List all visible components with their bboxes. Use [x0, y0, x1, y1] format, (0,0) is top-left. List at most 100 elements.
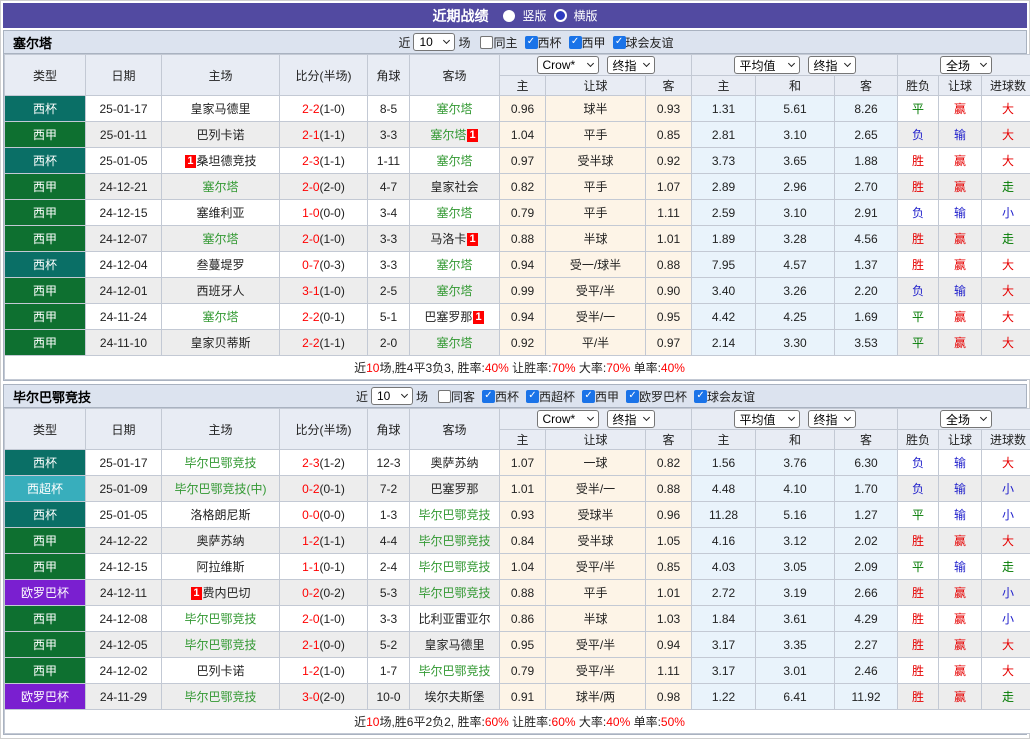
away-team-name: 塞尔塔	[436, 206, 472, 220]
league-checkbox-西甲[interactable]	[582, 390, 595, 403]
match-date: 24-12-07	[86, 226, 162, 252]
odds-source-select[interactable]: Crow*	[537, 410, 599, 428]
match-date: 24-11-10	[86, 330, 162, 356]
home-team-cell: 塞尔塔	[162, 226, 280, 252]
scope-select[interactable]: 全场	[940, 56, 992, 74]
league-checkbox-西杯[interactable]	[482, 390, 495, 403]
halftime-score: (1-1)	[320, 154, 345, 168]
away-team-name: 塞尔塔	[436, 284, 472, 298]
result-goals: 小	[982, 580, 1030, 606]
odds-away: 1.05	[646, 528, 692, 554]
avg-away: 8.26	[835, 96, 898, 122]
result-handicap: 赢	[939, 684, 982, 710]
sub-column-header: 客	[646, 76, 692, 96]
summary-segment: 70%	[552, 361, 576, 375]
odds-source-select[interactable]: Crow*	[537, 56, 599, 74]
column-header: 类型	[5, 409, 86, 450]
away-team-cell: 马洛卡1	[410, 226, 500, 252]
odds-away: 1.01	[646, 226, 692, 252]
league-checkbox-西超杯[interactable]	[526, 390, 539, 403]
away-team-name: 巴塞罗那	[430, 482, 478, 496]
chevron-down-icon	[787, 414, 794, 421]
result-goals: 大	[982, 304, 1030, 330]
same-venue-checkbox[interactable]	[438, 390, 451, 403]
home-team-cell: 毕尔巴鄂竞技	[162, 632, 280, 658]
avg-source-select[interactable]: 平均值	[734, 56, 800, 74]
corners: 2-5	[368, 278, 410, 304]
recent-count-select[interactable]: 10	[413, 33, 455, 51]
odds-source-select-value: Crow*	[543, 412, 576, 426]
result-handicap: 赢	[939, 148, 982, 174]
avg-home: 3.17	[692, 632, 756, 658]
results-table: 类型日期主场比分(半场)角球客场Crow*终指平均值终指全场主让球客主和客胜负让…	[4, 408, 1030, 734]
match-date: 25-01-17	[86, 96, 162, 122]
away-team-name: 毕尔巴鄂竞技	[418, 508, 490, 522]
avg-source-select[interactable]: 平均值	[734, 410, 800, 428]
league-checkbox-西杯[interactable]	[525, 36, 538, 49]
sub-column-header: 让球	[546, 430, 646, 450]
match-date: 24-12-15	[86, 200, 162, 226]
scope-select[interactable]: 全场	[940, 410, 992, 428]
fulltime-score: 2-2	[302, 310, 319, 324]
league-badge: 西甲	[5, 200, 86, 226]
recent-count-select[interactable]: 10	[371, 387, 413, 405]
result-handicap: 赢	[939, 632, 982, 658]
score-cell: 2-2(1-1)	[280, 330, 368, 356]
results-table: 类型日期主场比分(半场)角球客场Crow*终指平均值终指全场主让球客主和客胜负让…	[4, 54, 1030, 380]
corners: 2-0	[368, 330, 410, 356]
away-team-name: 塞尔塔	[430, 128, 466, 142]
match-row: 西甲24-12-01西班牙人3-1(1-0)2-5塞尔塔0.99受平/半0.90…	[5, 278, 1030, 304]
avg-away: 2.65	[835, 122, 898, 148]
league-checkbox-球会友谊[interactable]	[694, 390, 707, 403]
avg-source-select-value: 平均值	[740, 411, 776, 428]
same-venue-label: 同客	[451, 388, 475, 405]
odds-time-select[interactable]: 终指	[607, 410, 655, 428]
odds-time-select[interactable]: 终指	[607, 56, 655, 74]
summary-segment: 让胜率:	[509, 361, 552, 375]
score-cell: 1-2(1-0)	[280, 658, 368, 684]
handicap: 受半/一	[546, 476, 646, 502]
league-badge: 西杯	[5, 502, 86, 528]
avg-draw: 3.26	[756, 278, 835, 304]
result-goals: 大	[982, 252, 1030, 278]
odds-group-header: Crow* 终指	[500, 55, 692, 76]
score-cell: 2-3(1-1)	[280, 148, 368, 174]
avg-time-select[interactable]: 终指	[808, 56, 856, 74]
corners: 10-0	[368, 684, 410, 710]
result-wdl: 平	[898, 330, 939, 356]
away-team-name: 毕尔巴鄂竞技	[418, 664, 490, 678]
odds-away: 0.94	[646, 632, 692, 658]
home-team-name: 奥萨苏纳	[196, 534, 244, 548]
red-card-badge: 1	[191, 587, 201, 600]
home-team-name: 皇家马德里	[190, 102, 250, 116]
same-venue-checkbox[interactable]	[480, 36, 493, 49]
result-wdl: 胜	[898, 528, 939, 554]
home-team-name: 毕尔巴鄂竞技	[184, 456, 256, 470]
score-cell: 2-0(1-0)	[280, 606, 368, 632]
away-team-cell: 巴塞罗那1	[410, 304, 500, 330]
result-handicap: 赢	[939, 580, 982, 606]
odds-home: 0.88	[500, 580, 546, 606]
league-checkbox-欧罗巴杯[interactable]	[626, 390, 639, 403]
avg-away: 1.27	[835, 502, 898, 528]
horizontal-layout-radio[interactable]	[554, 9, 567, 22]
away-team-name: 巴塞罗那	[424, 310, 472, 324]
result-handicap: 输	[939, 554, 982, 580]
halftime-score: (0-1)	[320, 482, 345, 496]
home-team-name: 桑坦德竞技	[197, 154, 257, 168]
away-team-cell: 毕尔巴鄂竞技	[410, 580, 500, 606]
result-wdl: 负	[898, 200, 939, 226]
avg-home: 3.40	[692, 278, 756, 304]
odds-away: 0.97	[646, 330, 692, 356]
match-date: 24-12-01	[86, 278, 162, 304]
corners: 4-4	[368, 528, 410, 554]
league-checkbox-label: 西超杯	[539, 388, 575, 405]
league-checkbox-球会友谊[interactable]	[613, 36, 626, 49]
corners: 8-5	[368, 96, 410, 122]
title-bar: 近期战绩 竖版 横版	[3, 3, 1027, 28]
league-checkbox-西甲[interactable]	[569, 36, 582, 49]
avg-time-select[interactable]: 终指	[808, 410, 856, 428]
vertical-layout-radio[interactable]	[503, 10, 515, 22]
avg-away: 2.09	[835, 554, 898, 580]
result-handicap: 赢	[939, 606, 982, 632]
